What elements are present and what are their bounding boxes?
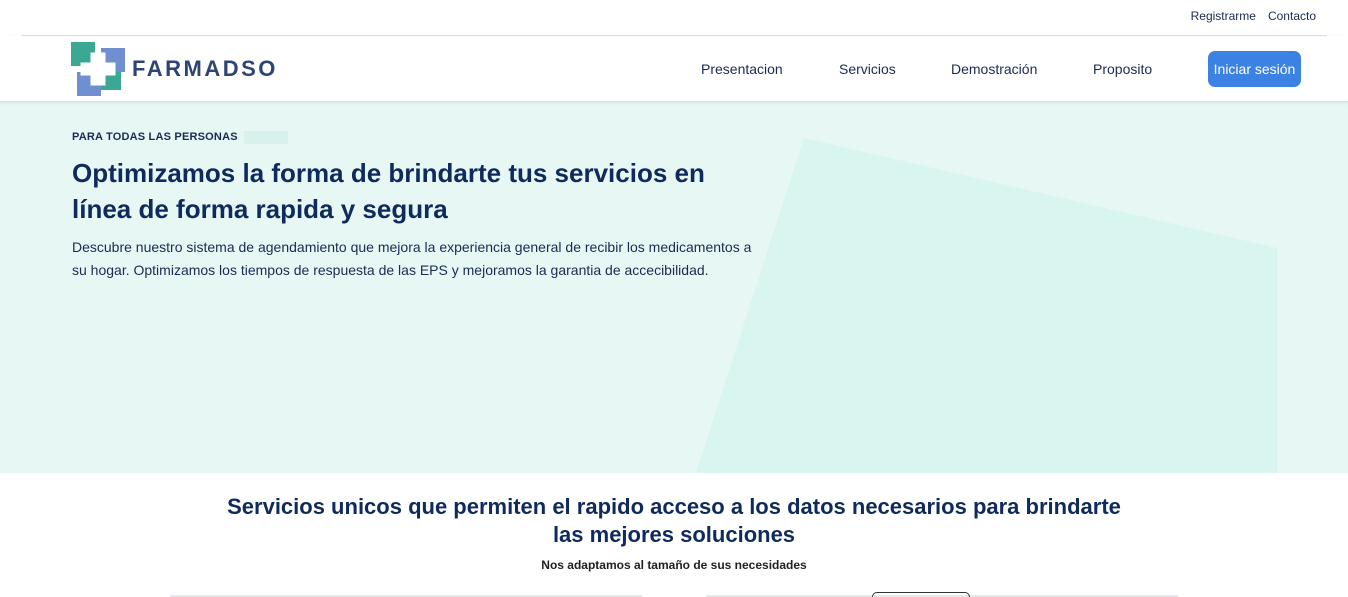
services-title: Servicios unicos que permiten el rapido …	[227, 494, 1121, 547]
login-button[interactable]: Iniciar sesión	[1208, 51, 1301, 87]
top-utility-bar: Registrarme Contacto	[0, 0, 1348, 35]
nav-item-presentacion[interactable]: Presentacion	[701, 61, 783, 77]
hero-description: Descubre nuestro sistema de agendamiento…	[72, 239, 752, 278]
service-card-image-peek	[872, 592, 970, 597]
nav-item-proposito[interactable]: Proposito	[1093, 61, 1152, 77]
hero-eyebrow: PARA TODAS LAS PERSONAS	[72, 131, 238, 143]
contact-link[interactable]: Contacto	[1268, 9, 1316, 23]
register-link[interactable]: Registrarme	[1191, 9, 1256, 23]
top-links: Registrarme Contacto	[1191, 9, 1316, 23]
nav-menu: Presentacion Servicios Demostración Prop…	[0, 36, 1348, 102]
hero-section: PARA TODAS LAS PERSONAS Optimizamos la f…	[0, 102, 1348, 473]
main-navbar: FARMADSO Presentacion Servicios Demostra…	[0, 36, 1348, 102]
nav-item-demostracion[interactable]: Demostración	[951, 61, 1037, 77]
eyebrow-highlight	[244, 131, 288, 144]
services-subtitle: Nos adaptamos al tamaño de sus necesidad…	[541, 558, 807, 572]
hero-title: Optimizamos la forma de brindarte tus se…	[72, 158, 705, 224]
nav-item-servicios[interactable]: Servicios	[839, 61, 896, 77]
